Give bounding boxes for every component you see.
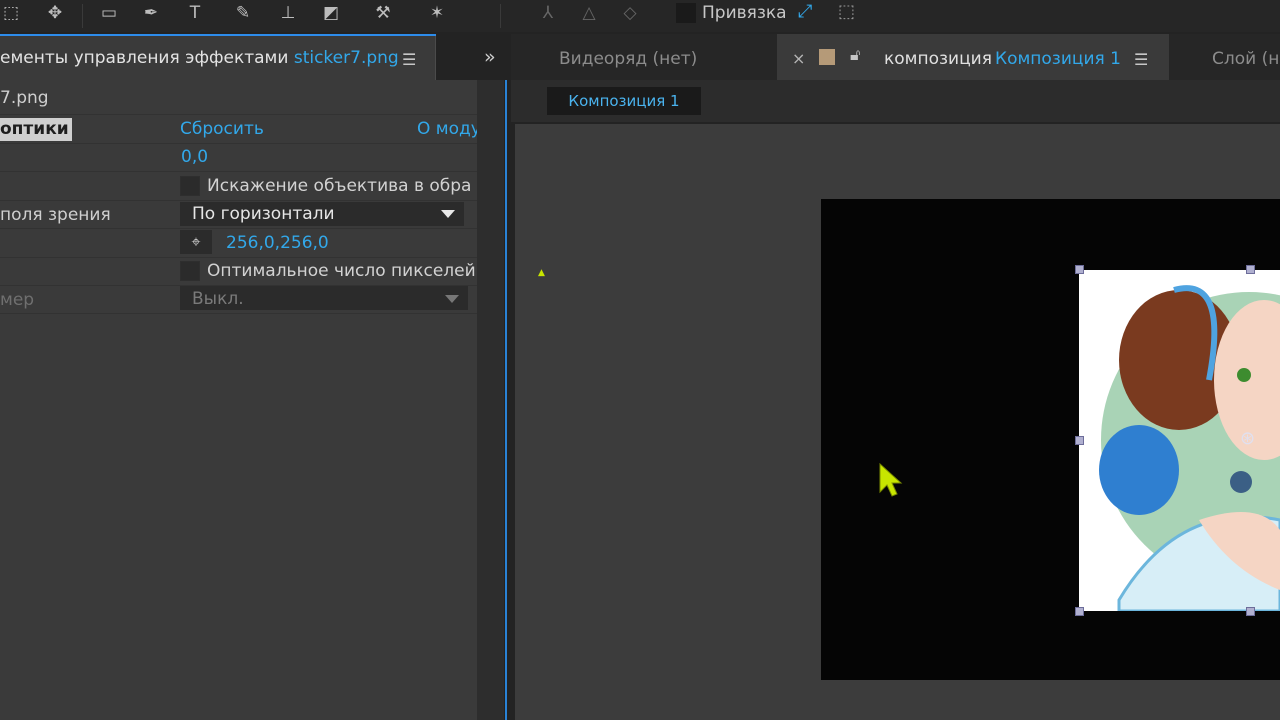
panel-menu-icon[interactable]: ☰ (1134, 50, 1148, 69)
transform-handle[interactable] (1246, 265, 1255, 274)
lens-distortion-checkbox[interactable] (180, 176, 200, 196)
fov-label: поля зрения (0, 205, 111, 225)
layer-name: 7.png (0, 88, 49, 108)
row-divider (0, 114, 477, 115)
toolbar-separator (500, 4, 501, 28)
type-icon[interactable]: T (184, 2, 206, 24)
crosshair-icon[interactable]: ⌖ (180, 230, 212, 254)
axis-local-icon[interactable]: ⅄ (537, 2, 559, 24)
hand-icon[interactable]: ✥ (44, 2, 66, 24)
close-icon[interactable]: × (792, 49, 805, 68)
pen-icon[interactable]: ✒ (140, 2, 162, 24)
transform-handle[interactable] (1246, 607, 1255, 616)
comp-breadcrumb-chip[interactable]: Композиция 1 (547, 87, 701, 115)
lens-distortion-label: Искажение объектива в обра (207, 176, 472, 196)
tab-footage[interactable]: Видеоряд (нет) (559, 49, 697, 69)
optimal-pixels-label: Оптимальное число пикселей (207, 261, 476, 281)
panel-focus-border (505, 80, 507, 720)
anchor-point-icon[interactable]: ⊛ (1240, 428, 1255, 449)
snap-checkbox[interactable] (676, 3, 696, 23)
effect-controls-tab-label: ементы управления эффектами sticker7.png (0, 48, 399, 68)
fov-dropdown[interactable]: По горизонтали (180, 202, 464, 226)
effect-controls-file: sticker7.png (293, 48, 399, 68)
row-divider (0, 200, 477, 201)
rectangle-icon[interactable]: ▭ (98, 2, 120, 24)
toolbar-separator (82, 4, 83, 28)
about-link[interactable]: О моду (417, 119, 481, 139)
reset-link[interactable]: Сбросить (180, 119, 264, 139)
small-cursor-icon: ▲ (538, 268, 545, 278)
axis-view-icon[interactable]: ◇ (619, 2, 641, 24)
optimal-pixels-checkbox[interactable] (180, 261, 200, 281)
eraser-icon[interactable]: ◩ (320, 2, 342, 24)
fov-dropdown-value: По горизонтали (192, 204, 335, 224)
clone-stamp-icon[interactable]: ⊥ (277, 2, 299, 24)
row-divider (0, 143, 477, 144)
snap-label: Привязка (702, 3, 787, 23)
tab-layer[interactable]: Слой (нет (1212, 49, 1280, 69)
chevron-down-icon (445, 295, 459, 303)
effect-controls-body: 7.png оптики Сбросить О моду 0,0 Искажен… (0, 80, 481, 720)
size-dropdown-value: Выкл. (192, 289, 244, 309)
row-divider (0, 313, 477, 314)
puppet-pin-icon[interactable]: ✶ (426, 2, 448, 24)
effect-name[interactable]: оптики (0, 119, 69, 139)
size-label: мер (0, 290, 35, 310)
row-divider (0, 171, 477, 172)
transform-handle[interactable] (1075, 607, 1084, 616)
effect-controls-title: ементы управления эффектами (0, 48, 289, 68)
center-value[interactable]: 256,0,256,0 (226, 233, 329, 253)
panel-menu-icon[interactable]: ☰ (402, 50, 416, 69)
brush-icon[interactable]: ✎ (232, 2, 254, 24)
snap-options-icon[interactable]: ⤢ (798, 1, 812, 22)
transform-handle[interactable] (1075, 436, 1084, 445)
row-divider (0, 228, 477, 229)
comp-color-swatch (819, 49, 835, 65)
lock-icon[interactable]: 🔓︎ (850, 45, 860, 65)
roto-brush-icon[interactable]: ⚒ (372, 2, 394, 24)
mouse-cursor-icon (879, 462, 903, 497)
active-tab-indicator (0, 34, 436, 36)
comp-tab-prefix: композиция (884, 49, 992, 69)
snap-grid-icon[interactable]: ⬚ (838, 1, 855, 22)
chevron-down-icon (441, 210, 455, 218)
transform-handle[interactable] (1075, 265, 1084, 274)
select-icon[interactable]: ⬚ (0, 2, 22, 24)
overflow-chevron-icon[interactable]: » (484, 46, 496, 68)
row-divider (0, 257, 477, 258)
size-dropdown[interactable]: Выкл. (180, 286, 468, 310)
tools-toolbar: ⬚ ✥ ▭ ✒ T ✎ ⊥ ◩ ⚒ ✶ ⅄ △ ◇ Привязка ⤢ ⬚ (0, 0, 1280, 32)
axis-world-icon[interactable]: △ (578, 2, 600, 24)
comp-tab-name: Композиция 1 (995, 49, 1121, 69)
value-field[interactable]: 0,0 (181, 147, 208, 167)
panel-scrollbar[interactable] (477, 80, 504, 720)
